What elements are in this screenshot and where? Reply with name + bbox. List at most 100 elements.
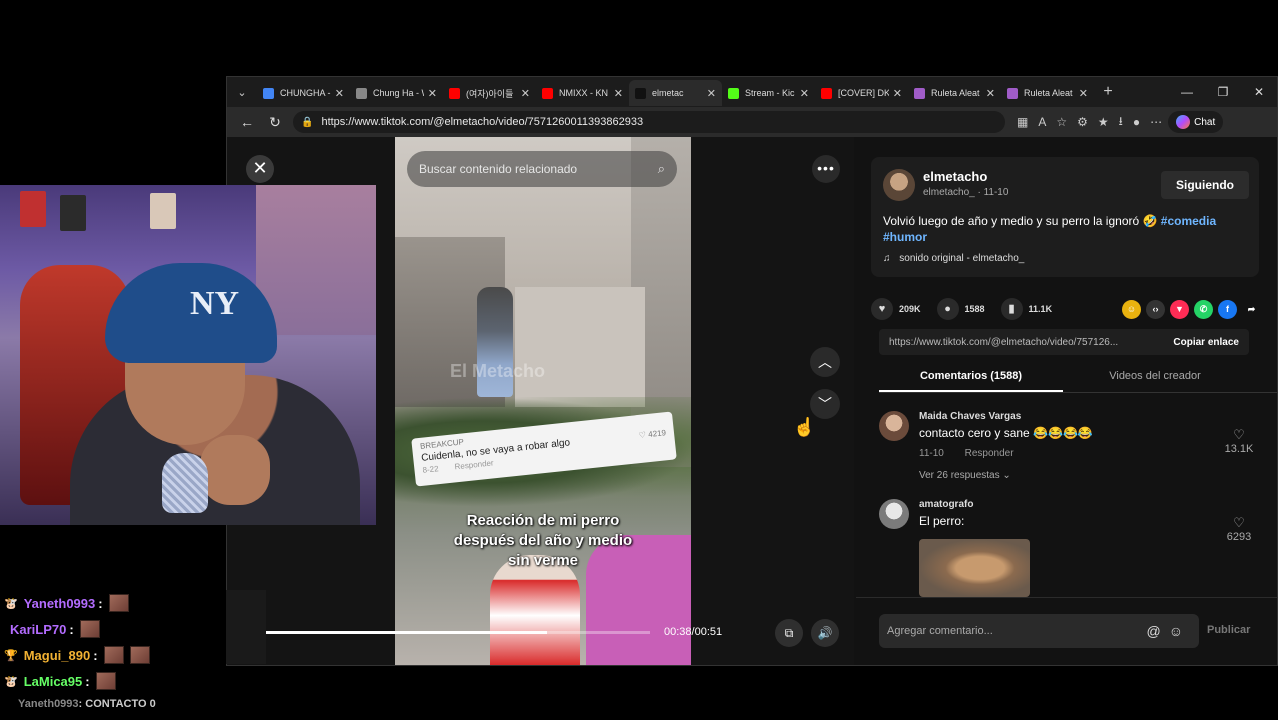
browser-tab[interactable]: Ruleta Aleat ✕ xyxy=(908,80,1001,106)
favorite-star-icon[interactable]: ☆ xyxy=(1056,115,1067,129)
comment-reply-button[interactable]: Responder xyxy=(965,448,1014,459)
sound-label: sonido original - elmetacho_ xyxy=(899,253,1025,264)
close-tab-icon[interactable]: ✕ xyxy=(614,87,623,100)
close-tab-icon[interactable]: ✕ xyxy=(707,87,716,100)
back-icon[interactable]: ← xyxy=(233,114,261,130)
caption-line: sin verme xyxy=(507,552,579,569)
chat-line-faded: Yaneth0993: CONTACTO 0 xyxy=(18,698,156,710)
publish-button[interactable]: Publicar xyxy=(1207,624,1250,636)
comment-like-button[interactable]: ♡ 6293 xyxy=(1219,515,1259,543)
copilot-chat-button[interactable]: Chat xyxy=(1168,111,1224,133)
extensions-icon[interactable]: ⚙ xyxy=(1077,115,1088,129)
author-name[interactable]: elmetacho xyxy=(923,169,987,184)
tab-bar: ⌄ CHUNGHA -✕Chung Ha - W✕(여자)아이들✕NMIXX -… xyxy=(227,77,1277,107)
floating-player-icon[interactable]: ⧉ xyxy=(775,619,803,647)
chat-colon: : xyxy=(93,647,98,663)
comment-user[interactable]: amatografo xyxy=(919,499,973,510)
comment-avatar[interactable] xyxy=(879,411,909,441)
close-tab-icon[interactable]: ✕ xyxy=(335,87,344,100)
volume-icon[interactable]: 🔊 xyxy=(811,619,839,647)
close-tab-icon[interactable]: ✕ xyxy=(1079,87,1088,100)
related-search-input[interactable]: Buscar contenido relacionado ⌕ xyxy=(407,151,677,187)
comment-button[interactable]: ● 1588 xyxy=(936,298,985,320)
tab-title: elmetac xyxy=(652,88,684,98)
coin-icon[interactable]: ☺ xyxy=(1122,299,1141,319)
video-scene xyxy=(515,287,645,407)
share-link-box: https://www.tiktok.com/@elmetacho/video/… xyxy=(879,329,1249,355)
close-video-button[interactable]: ✕ xyxy=(246,155,274,183)
close-tab-icon[interactable]: ✕ xyxy=(800,87,809,100)
favorites-icon[interactable]: ★ xyxy=(1098,115,1109,129)
browser-tab[interactable]: (여자)아이들 ✕ xyxy=(443,80,536,106)
whatsapp-icon[interactable]: ✆ xyxy=(1194,299,1213,319)
tab-title: CHUNGHA - xyxy=(280,88,331,98)
more-options-button[interactable]: ••• xyxy=(812,155,840,183)
close-window-icon[interactable]: ✕ xyxy=(1241,85,1277,99)
chat-badge-icon: 🐮 xyxy=(4,675,18,688)
minimize-icon[interactable]: — xyxy=(1169,85,1205,99)
webcam-background xyxy=(256,185,376,335)
new-tab-button[interactable]: + xyxy=(1094,83,1122,101)
video-progress-bar[interactable] xyxy=(245,631,650,634)
close-tab-icon[interactable]: ✕ xyxy=(521,87,530,100)
sound-info[interactable]: ♫ sonido original - elmetacho_ xyxy=(883,253,1024,264)
send-icon[interactable]: ▼ xyxy=(1170,299,1189,319)
following-button[interactable]: Siguiendo xyxy=(1161,171,1249,199)
search-icon[interactable]: ⌕ xyxy=(658,161,665,177)
browser-tab[interactable]: CHUNGHA - ✕ xyxy=(257,80,350,106)
hashtag-link[interactable]: #humor xyxy=(883,230,927,244)
close-tab-icon[interactable]: ✕ xyxy=(986,87,995,100)
like-button[interactable]: ♥ 209K xyxy=(871,298,921,320)
comment-like-button[interactable]: ♡ 13.1K xyxy=(1219,427,1259,455)
comment-item: amatografo El perro: ♡ 6293 xyxy=(879,499,1259,599)
next-video-button[interactable]: ﹀ xyxy=(810,389,840,419)
tab-list-button[interactable]: ⌄ xyxy=(227,77,257,107)
comment-user[interactable]: Maida Chaves Vargas xyxy=(919,411,1021,422)
browser-tab[interactable]: Ruleta Aleat ✕ xyxy=(1001,80,1094,106)
close-tab-icon[interactable]: ✕ xyxy=(428,87,437,100)
browser-tab[interactable]: elmetac ✕ xyxy=(629,80,722,106)
reply-card-date: 8-22 xyxy=(422,464,439,475)
refresh-icon[interactable]: ↻ xyxy=(261,114,289,131)
restore-icon[interactable]: ❐ xyxy=(1205,85,1241,99)
description-text: Volvió luego de año y medio y su perro l… xyxy=(883,214,1158,228)
mention-emoji-icons[interactable]: @☺ xyxy=(1146,614,1191,648)
url-field[interactable]: 🔒 https://www.tiktok.com/@elmetacho/vide… xyxy=(293,111,1005,133)
comment-image[interactable] xyxy=(919,539,1030,597)
share-link-text[interactable]: https://www.tiktok.com/@elmetacho/video/… xyxy=(879,337,1149,348)
app-icon[interactable]: ▦ xyxy=(1017,115,1028,129)
translate-icon[interactable]: A xyxy=(1038,115,1046,129)
tab-comments[interactable]: Comentarios (1588) xyxy=(879,361,1063,392)
previous-video-button[interactable]: ︿ xyxy=(810,347,840,377)
stream-screen: ⌄ CHUNGHA -✕Chung Ha - W✕(여자)아이들✕NMIXX -… xyxy=(0,0,1278,720)
comment-avatar[interactable] xyxy=(879,499,909,529)
chat-username: Yaneth0993 xyxy=(23,595,96,611)
browser-tab[interactable]: Chung Ha - W ✕ xyxy=(350,80,443,106)
video-player[interactable]: Buscar contenido relacionado ⌕ El Metach… xyxy=(395,137,691,665)
tab-creator-videos[interactable]: Videos del creador xyxy=(1063,361,1247,392)
author-card: elmetacho elmetacho_ · 11-10 Siguiendo V… xyxy=(871,157,1259,277)
browser-tab[interactable]: Stream - Kic ✕ xyxy=(722,80,815,106)
comment-like-count: 13.1K xyxy=(1224,443,1254,455)
tabs: CHUNGHA -✕Chung Ha - W✕(여자)아이들✕NMIXX - K… xyxy=(257,78,1094,106)
view-replies-button[interactable]: Ver 26 respuestas ⌄ xyxy=(919,470,1011,481)
browser-tab[interactable]: NMIXX - KN ✕ xyxy=(536,80,629,106)
author-avatar[interactable] xyxy=(883,169,915,201)
share-arrow-icon[interactable]: ➦ xyxy=(1242,300,1261,319)
save-button[interactable]: ▮ 11.1K xyxy=(1000,298,1052,320)
post-actions: ♥ 209K ● 1588 ▮ 11.1K ☺ ‹› ▼ ✆ f ➦ xyxy=(871,297,1261,321)
more-icon[interactable]: ⋯ xyxy=(1150,115,1162,129)
comment-input[interactable]: Agregar comentario... @☺ xyxy=(879,614,1199,648)
share-icons: ☺ ‹› ▼ ✆ f ➦ xyxy=(1122,299,1261,319)
browser-tab[interactable]: [COVER] DK ✕ xyxy=(815,80,908,106)
close-tab-icon[interactable]: ✕ xyxy=(893,87,902,100)
profile-icon[interactable]: ● xyxy=(1133,115,1140,129)
copy-link-button[interactable]: Copiar enlace xyxy=(1173,337,1239,348)
embed-icon[interactable]: ‹› xyxy=(1146,299,1165,319)
download-icon[interactable]: ⭳ xyxy=(1119,112,1123,133)
chat-emote xyxy=(108,594,129,612)
chat-line: 🏆 Magui_890: xyxy=(4,644,150,666)
poster xyxy=(60,195,86,231)
facebook-icon[interactable]: f xyxy=(1218,299,1237,319)
hashtag-link[interactable]: #comedia xyxy=(1161,214,1216,228)
